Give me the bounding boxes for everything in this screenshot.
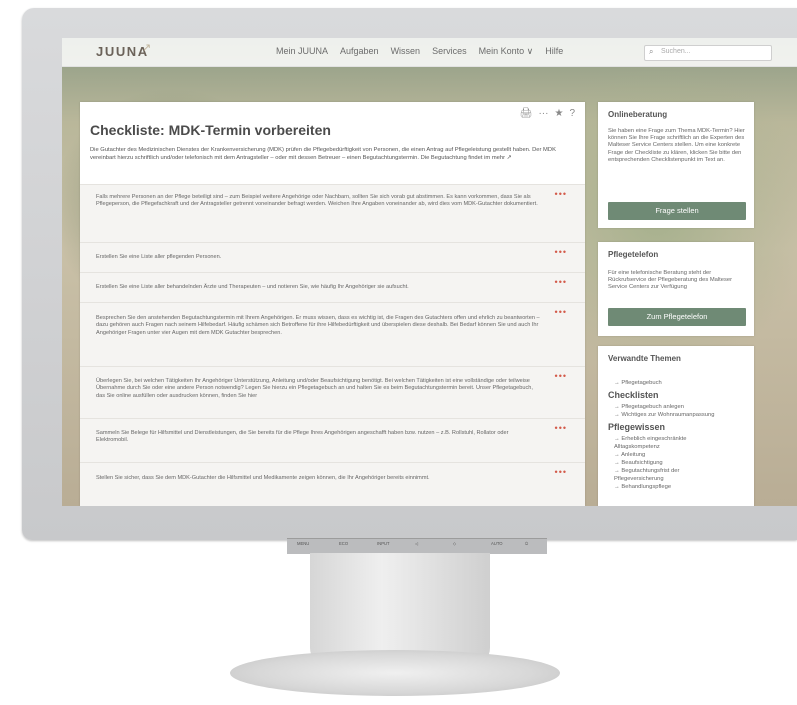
related-link-knowledge[interactable]: → Anleitung: [614, 452, 645, 458]
help-icon[interactable]: ?: [569, 108, 575, 119]
related-link-checklist[interactable]: → Pflegetagebuch anlegen: [614, 404, 684, 410]
checklist-item-text: Erstellen Sie eine Liste aller behandeln…: [96, 284, 409, 290]
online-consultation-title: Onlineberatung: [608, 110, 668, 119]
page-title: Checkliste: MDK-Termin vorbereiten: [90, 122, 331, 138]
logo-mark-icon: ↗: [142, 42, 152, 54]
checklist-item-text: Falls mehrere Personen an der Pflege bet…: [96, 194, 538, 208]
item-menu-icon[interactable]: •••: [555, 371, 567, 381]
checklist-card: 🖨 ··· ★ ? Checkliste: MDK-Termin vorbere…: [80, 102, 585, 506]
related-link-checklist[interactable]: → Wichtiges zur Wohnraumanpassung: [614, 412, 714, 418]
checklist-item[interactable]: Stellen Sie sicher, dass Sie dem MDK-Gut…: [80, 462, 585, 506]
item-menu-icon[interactable]: •••: [555, 277, 567, 287]
search-icon: ⌕: [649, 47, 654, 56]
nav-item-mein-konto[interactable]: Mein Konto ∨: [479, 46, 534, 57]
related-link-knowledge[interactable]: → Begutachtungsfrist der: [614, 468, 679, 474]
top-navigation: JUUNA ↗ Mein JUUNA Aufgaben Wissen Servi…: [62, 38, 797, 67]
eco-button[interactable]: ECO: [339, 541, 348, 546]
monitor-controls: MENU ECO INPUT ◁ ◇ AUTO ⏻: [287, 538, 547, 554]
left-button[interactable]: ◁: [415, 541, 418, 546]
print-icon[interactable]: 🖨: [520, 108, 533, 119]
item-menu-icon[interactable]: •••: [555, 467, 567, 477]
online-consultation-panel: Onlineberatung Sie haben eine Frage zum …: [598, 102, 754, 228]
related-link-knowledge[interactable]: → Behandlungspflege: [614, 484, 671, 490]
item-menu-icon[interactable]: •••: [555, 247, 567, 257]
item-menu-icon[interactable]: •••: [555, 189, 567, 199]
power-icon[interactable]: ⏻: [525, 541, 528, 546]
checklist-item-text: Überlegen Sie, bei welchen Tätigkeiten I…: [96, 378, 533, 399]
online-consultation-text: Sie haben eine Frage zum Thema MDK-Termi…: [608, 128, 745, 163]
main-menu: Mein JUUNA Aufgaben Wissen Services Mein…: [276, 46, 563, 57]
nav-item-hilfe[interactable]: Hilfe: [545, 46, 563, 57]
star-icon[interactable]: ★: [554, 108, 563, 119]
screen: JUUNA ↗ Mein JUUNA Aufgaben Wissen Servi…: [62, 38, 797, 506]
nav-item-aufgaben[interactable]: Aufgaben: [340, 46, 379, 57]
knowledge-title: Pflegewissen: [608, 422, 666, 432]
item-menu-icon[interactable]: •••: [555, 307, 567, 317]
care-phone-button[interactable]: Zum Pflegetelefon: [608, 308, 746, 326]
related-link-knowledge[interactable]: → Beaufsichtigung: [614, 460, 663, 466]
menu-button[interactable]: MENU: [297, 541, 309, 546]
checklist-item[interactable]: Überlegen Sie, bei welchen Tätigkeiten I…: [80, 366, 585, 419]
logo[interactable]: JUUNA: [96, 44, 149, 59]
related-topics-title: Verwandte Themen: [608, 354, 681, 363]
diamond-button[interactable]: ◇: [453, 541, 456, 546]
checklists-title: Checklisten: [608, 390, 659, 400]
checklist-item-text: Erstellen Sie eine Liste aller pflegende…: [96, 254, 222, 260]
related-link-knowledge[interactable]: Alltagskompetenz: [614, 444, 660, 450]
input-button[interactable]: INPUT: [377, 541, 390, 546]
care-phone-panel: Pflegetelefon Für eine telefonische Bera…: [598, 242, 754, 336]
checklist-item[interactable]: Erstellen Sie eine Liste aller behandeln…: [80, 272, 585, 303]
checklist-item[interactable]: Falls mehrere Personen an der Pflege bet…: [80, 184, 585, 243]
checklist-item-text: Stellen Sie sicher, dass Sie dem MDK-Gut…: [96, 475, 430, 481]
checklist-item-text: Besprechen Sie den anstehenden Begutacht…: [96, 315, 540, 336]
monitor-base: [230, 650, 560, 696]
search-placeholder: Suchen...: [661, 48, 691, 55]
related-link-knowledge[interactable]: → Erheblich eingeschränkte: [614, 436, 687, 442]
checklist-item-text: Sammeln Sie Belege für Hilfsmittel und D…: [96, 430, 509, 444]
nav-item-services[interactable]: Services: [432, 46, 467, 57]
more-icon[interactable]: ···: [538, 108, 548, 119]
care-phone-text: Für eine telefonische Beratung steht der…: [608, 270, 733, 291]
nav-item-wissen[interactable]: Wissen: [391, 46, 421, 57]
item-menu-icon[interactable]: •••: [555, 423, 567, 433]
monitor-frame: JUUNA ↗ Mein JUUNA Aufgaben Wissen Servi…: [22, 8, 797, 540]
search-input[interactable]: ⌕ Suchen...: [644, 45, 772, 61]
related-link-pflegetagebuch[interactable]: → Pflegetagebuch: [614, 380, 662, 386]
intro-text: Die Gutachter des Medizinischen Dienstes…: [90, 147, 556, 161]
toolbar: 🖨 ··· ★ ?: [520, 108, 575, 119]
checklist-item[interactable]: Besprechen Sie den anstehenden Begutacht…: [80, 302, 585, 367]
related-topics-panel: Verwandte Themen → Pflegetagebuch Checkl…: [598, 346, 754, 506]
nav-item-mein-juuna[interactable]: Mein JUUNA: [276, 46, 328, 57]
auto-button[interactable]: AUTO: [491, 541, 503, 546]
ask-question-button[interactable]: Frage stellen: [608, 202, 746, 220]
care-phone-title: Pflegetelefon: [608, 250, 659, 259]
checklist-item[interactable]: Erstellen Sie eine Liste aller pflegende…: [80, 242, 585, 273]
related-link-knowledge[interactable]: Pflegeversicherung: [614, 476, 664, 482]
checklist-item[interactable]: Sammeln Sie Belege für Hilfsmittel und D…: [80, 418, 585, 463]
